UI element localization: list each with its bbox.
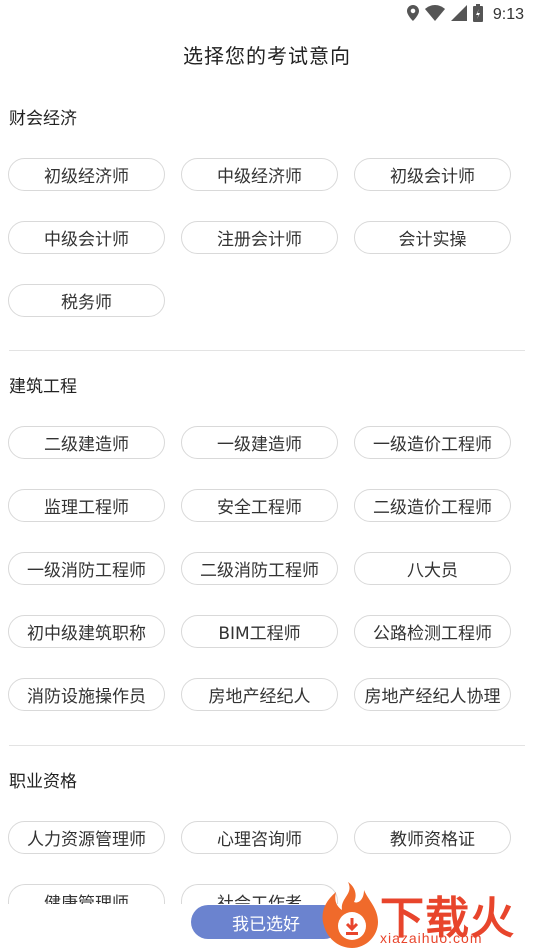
status-time: 9:13 bbox=[492, 6, 524, 23]
option-chip[interactable]: 二级建造师 bbox=[8, 426, 165, 459]
option-chip[interactable]: 公路检测工程师 bbox=[354, 615, 511, 648]
option-chip[interactable]: 监理工程师 bbox=[8, 489, 165, 522]
option-chip[interactable]: 安全工程师 bbox=[181, 489, 338, 522]
option-chip[interactable]: 中级会计师 bbox=[8, 221, 165, 254]
option-chip[interactable]: 注册会计师 bbox=[181, 221, 338, 254]
section-title-qualification: 职业资格 bbox=[9, 772, 77, 792]
section-title-construction: 建筑工程 bbox=[9, 377, 77, 397]
location-icon bbox=[406, 5, 419, 25]
option-chip[interactable]: 房地产经纪人协理 bbox=[354, 678, 511, 711]
option-chip[interactable]: 中级经济师 bbox=[181, 158, 338, 191]
watermark-logo: 下载火 xiazaihuo.com bbox=[318, 880, 534, 950]
page-title: 选择您的考试意向 bbox=[183, 44, 351, 68]
status-icons: 9:13 bbox=[406, 4, 524, 26]
option-chip[interactable]: 初中级建筑职称 bbox=[8, 615, 165, 648]
watermark-url: xiazaihuo.com bbox=[380, 930, 483, 946]
option-chip[interactable]: BIM工程师 bbox=[181, 615, 338, 648]
option-chip[interactable]: 八大员 bbox=[354, 552, 511, 585]
option-chip[interactable]: 初级会计师 bbox=[354, 158, 511, 191]
option-chip[interactable]: 一级建造师 bbox=[181, 426, 338, 459]
option-chip[interactable]: 初级经济师 bbox=[8, 158, 165, 191]
option-chip[interactable]: 一级造价工程师 bbox=[354, 426, 511, 459]
section-divider bbox=[9, 745, 525, 746]
option-chip[interactable]: 房地产经纪人 bbox=[181, 678, 338, 711]
option-chip[interactable]: 二级造价工程师 bbox=[354, 489, 511, 522]
option-chip[interactable]: 一级消防工程师 bbox=[8, 552, 165, 585]
battery-icon bbox=[472, 4, 483, 26]
option-chip[interactable]: 二级消防工程师 bbox=[181, 552, 338, 585]
option-chip[interactable]: 消防设施操作员 bbox=[8, 678, 165, 711]
option-chip[interactable]: 社会工作者 bbox=[181, 884, 338, 904]
option-chip[interactable]: 教师资格证 bbox=[354, 821, 511, 854]
section-title-finance: 财会经济 bbox=[9, 109, 77, 129]
option-chip[interactable]: 会计实操 bbox=[354, 221, 511, 254]
option-chip[interactable]: 人力资源管理师 bbox=[8, 821, 165, 854]
status-bar: 9:13 bbox=[0, 0, 534, 30]
wifi-icon bbox=[424, 5, 445, 25]
option-chip[interactable]: 健康管理师 bbox=[8, 884, 165, 904]
section-divider bbox=[9, 350, 525, 351]
signal-icon bbox=[450, 5, 467, 25]
option-chip[interactable]: 心理咨询师 bbox=[181, 821, 338, 854]
option-chip[interactable]: 税务师 bbox=[8, 284, 165, 317]
flame-icon bbox=[318, 880, 380, 950]
